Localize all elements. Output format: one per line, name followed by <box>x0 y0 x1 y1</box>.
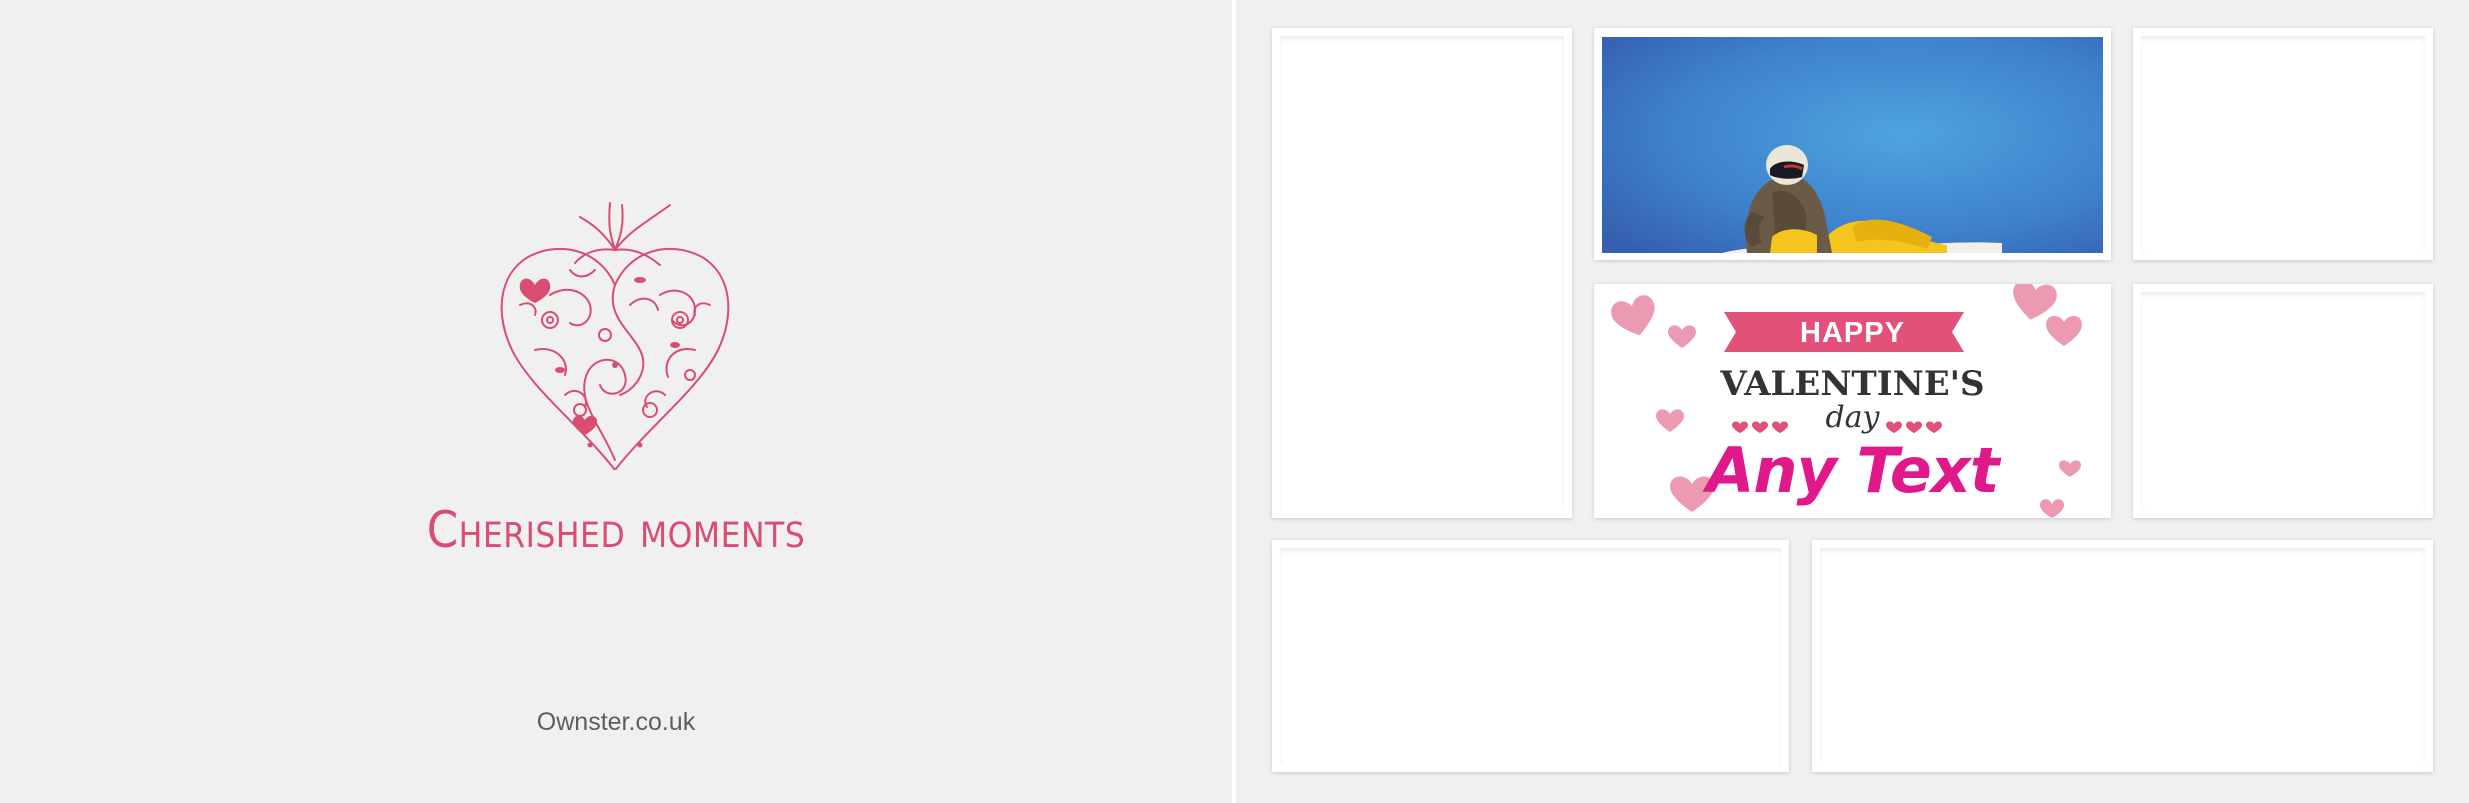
floral-heart-icon <box>500 202 730 470</box>
snowboarder-photo <box>1602 37 2103 253</box>
valentines-headline: VALENTINE'S <box>1720 364 1985 404</box>
ribbon-happy-text: HAPPY <box>1800 317 1905 349</box>
photo-slot-3[interactable] <box>2133 28 2433 260</box>
photo-slot-5[interactable] <box>1272 540 1789 772</box>
photo-slot-4[interactable] <box>2133 284 2433 518</box>
photo-slot-2[interactable] <box>1594 28 2111 260</box>
cover-left-page: Cherished moments Ownster.co.uk <box>0 0 1232 803</box>
valentine-text-card[interactable]: HAPPY VALENTINE'S day Any Text <box>1594 284 2111 518</box>
custom-text[interactable]: Any Text <box>1594 434 2111 507</box>
website-label: Ownster.co.uk <box>536 708 696 736</box>
day-subline: day <box>1825 400 1880 435</box>
photo-slot-1[interactable] <box>1272 28 1572 518</box>
photo-slot-6[interactable] <box>1812 540 2433 772</box>
cover-title: Cherished moments <box>426 501 806 559</box>
